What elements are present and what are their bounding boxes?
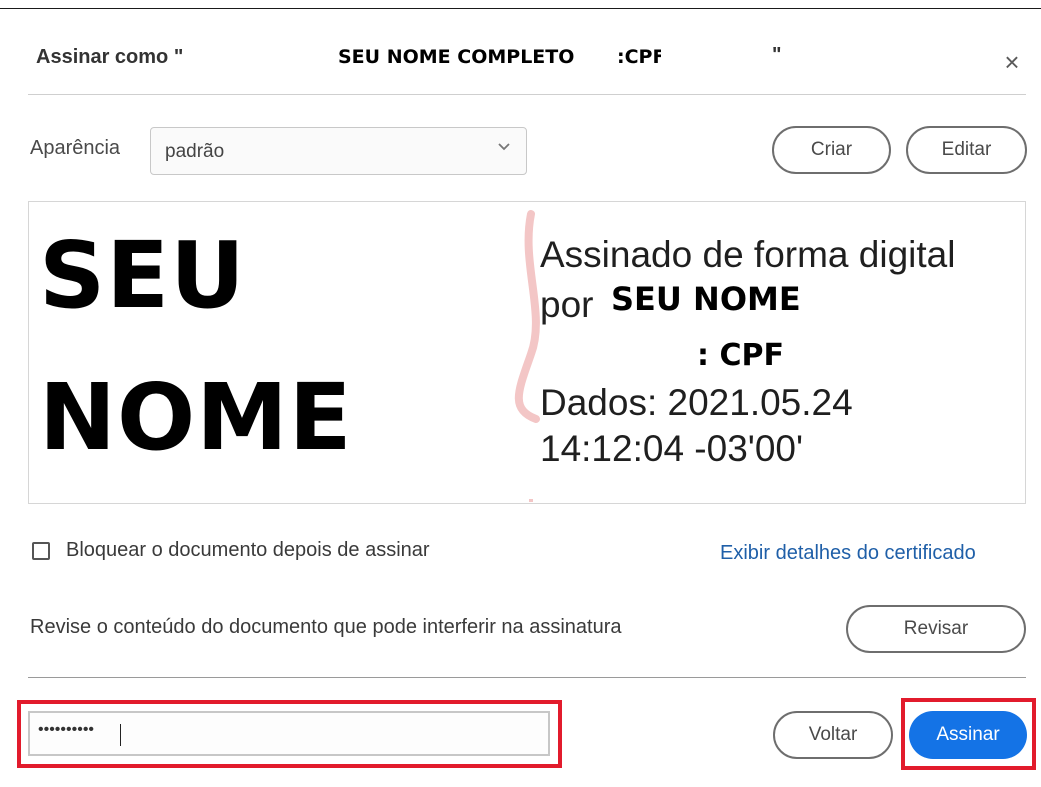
signature-name-line1: SEU [39, 222, 246, 329]
top-border [0, 8, 1041, 9]
signature-info-cpf: : CPF [697, 338, 784, 373]
highlight-box [901, 698, 1036, 770]
highlight-box [17, 700, 562, 768]
title-suffix: " [772, 44, 782, 66]
back-button[interactable]: Voltar [773, 711, 893, 759]
appearance-label: Aparência [30, 137, 121, 159]
lock-checkbox-label[interactable]: Bloquear o documento depois de assinar [66, 539, 430, 562]
signature-info-prefix: por [540, 284, 594, 325]
redaction-block [661, 42, 761, 72]
dialog-title: Assinar como " SEU NOME COMPLETO :CPF " [36, 42, 996, 78]
certificate-details-link[interactable]: Exibir detalhes do certificado [720, 542, 976, 565]
title-prefix: Assinar como " [36, 46, 184, 68]
signature-info-date: Dados: 2021.05.24 [540, 382, 853, 423]
review-text: Revise o conteúdo do documento que pode … [30, 616, 622, 638]
signature-info-name: SEU NOME [611, 280, 801, 318]
title-signer-cpf: :CPF [617, 46, 666, 68]
appearance-dropdown[interactable]: padrão [150, 127, 527, 175]
signature-info-line: Assinado de forma digital [540, 234, 956, 275]
divider [28, 94, 1026, 95]
divider [28, 677, 1026, 678]
close-button[interactable]: × [998, 48, 1026, 76]
signature-preview: SEU NOME Assinado de forma digital por S… [28, 201, 1026, 504]
redaction-block [224, 42, 324, 72]
chevron-down-icon [498, 143, 510, 151]
create-button[interactable]: Criar [772, 126, 891, 174]
appearance-selected-value: padrão [165, 141, 225, 162]
title-signer-name: SEU NOME COMPLETO [338, 46, 575, 68]
signature-name-line2: NOME [39, 364, 353, 471]
edit-button[interactable]: Editar [906, 126, 1027, 174]
lock-checkbox[interactable] [32, 542, 50, 560]
close-icon[interactable]: × [1004, 47, 1019, 77]
review-button[interactable]: Revisar [846, 605, 1026, 653]
signature-info-time: 14:12:04 -03'00' [540, 428, 804, 469]
